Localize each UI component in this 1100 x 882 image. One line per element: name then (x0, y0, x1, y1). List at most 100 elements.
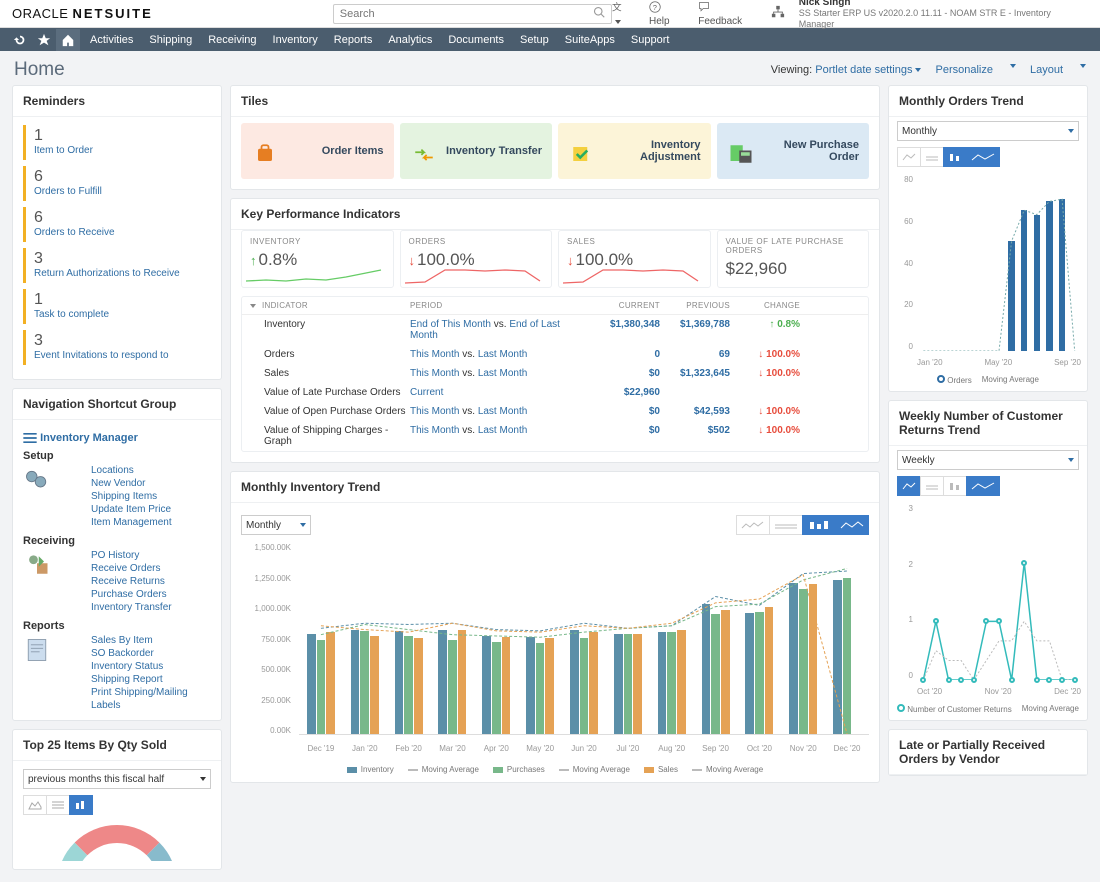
nav-home-icon[interactable] (56, 29, 80, 51)
kpi-card[interactable]: SALES100.0% (558, 230, 711, 288)
trend-view1-icon[interactable] (736, 515, 770, 535)
returns-v1-icon[interactable] (897, 476, 921, 496)
shortcut-link[interactable]: Locations (91, 464, 172, 477)
nav-item[interactable]: Receiving (208, 34, 256, 46)
search-icon[interactable] (593, 6, 605, 21)
monthly-orders-title: Monthly Orders Trend (889, 86, 1087, 117)
shortcut-link[interactable]: Shipping Items (91, 490, 172, 503)
shortcut-link[interactable]: Update Item Price (91, 503, 172, 516)
nav-item[interactable]: Inventory (273, 34, 318, 46)
kpi-card[interactable]: INVENTORY0.8% (241, 230, 394, 288)
shortcut-link[interactable]: Item Management (91, 516, 172, 529)
monthly-orders-portlet: Monthly Orders Trend Monthly 806040200 J… (888, 85, 1088, 392)
brand-oracle: ORACLE (12, 6, 68, 21)
shortcuts-title: Navigation Shortcut Group (13, 389, 221, 420)
tile-icon (251, 140, 279, 168)
returns-v4-icon[interactable] (966, 476, 1000, 496)
tile-icon (568, 140, 596, 168)
returns-v3-icon[interactable] (943, 476, 967, 496)
shortcut-group-header: Reports (23, 620, 211, 632)
search-input[interactable] (340, 8, 593, 20)
nav-item[interactable]: SuiteApps (565, 34, 615, 46)
viewing-settings-link[interactable]: Viewing: Portlet date settings (771, 64, 922, 76)
svg-text:?: ? (653, 3, 657, 12)
hierarchy-icon[interactable] (771, 5, 785, 22)
nav-item[interactable]: Documents (448, 34, 504, 46)
page-title: Home (14, 59, 65, 81)
reminders-title: Reminders (13, 86, 221, 117)
nav-item[interactable]: Reports (334, 34, 373, 46)
tiles-title: Tiles (231, 86, 879, 117)
orders-v4-icon[interactable] (966, 147, 1000, 167)
tile[interactable]: Inventory Adjustment (558, 123, 711, 179)
reminder-item[interactable]: 1Item to Order (23, 125, 211, 160)
shortcut-link[interactable]: Receive Returns (91, 575, 172, 588)
top25-portlet: Top 25 Items By Qty Sold previous months… (12, 729, 222, 870)
chart-type-line-icon[interactable] (46, 795, 70, 815)
personalize-link[interactable]: Personalize (935, 64, 992, 76)
shortcut-link[interactable]: Print Shipping/Mailing Labels (91, 686, 211, 712)
shortcut-link[interactable]: Receive Orders (91, 562, 172, 575)
chart-type-area-icon[interactable] (23, 795, 47, 815)
shortcut-link[interactable]: Inventory Status (91, 660, 211, 673)
global-search[interactable] (333, 4, 612, 24)
shortcut-link[interactable]: SO Backorder (91, 647, 211, 660)
user-role: SS Starter ERP US v2020.2.0 11.11 - NOAM… (799, 8, 1088, 30)
trend-view2-icon[interactable] (769, 515, 803, 535)
top25-title: Top 25 Items By Qty Sold (13, 730, 221, 761)
shortcut-link[interactable]: Sales By Item (91, 634, 211, 647)
kpi-table-expand-icon[interactable] (250, 304, 256, 308)
layout-link[interactable]: Layout (1030, 64, 1063, 76)
nav-item[interactable]: Support (631, 34, 670, 46)
kpi-portlet: Key Performance Indicators INVENTORY0.8%… (230, 198, 880, 463)
nav-star-icon[interactable] (32, 29, 56, 51)
top-bar: ORACLE NETSUITE 文 ? Help Feedback Nick S… (0, 0, 1100, 28)
trend-view3-icon[interactable] (802, 515, 836, 535)
kpi-card[interactable]: VALUE OF LATE PURCHASE ORDERS$22,960 (717, 230, 870, 288)
nav-item[interactable]: Setup (520, 34, 549, 46)
monthly-trend-select[interactable]: Monthly (241, 515, 311, 535)
kpi-table: INDICATOR PERIOD CURRENT PREVIOUS CHANGE… (241, 296, 869, 452)
reminder-item[interactable]: 6Orders to Receive (23, 207, 211, 242)
nav-item[interactable]: Activities (90, 34, 133, 46)
reminder-item[interactable]: 3Return Authorizations to Receive (23, 248, 211, 283)
orders-v1-icon[interactable] (897, 147, 921, 167)
shortcut-manager-link[interactable]: Inventory Manager (23, 432, 211, 444)
shortcut-group-header: Receiving (23, 535, 211, 547)
monthly-inventory-chart: 1,500.00K1,250.00K1,000.00K750.00K500.00… (231, 541, 879, 761)
trend-view4-icon[interactable] (835, 515, 869, 535)
returns-v2-icon[interactable] (920, 476, 944, 496)
reminder-item[interactable]: 3Event Invitations to respond to (23, 330, 211, 365)
reminder-item[interactable]: 6Orders to Fulfill (23, 166, 211, 201)
nav-item[interactable]: Shipping (149, 34, 192, 46)
language-icon[interactable]: 文 (612, 0, 635, 28)
weekly-returns-select[interactable]: Weekly (897, 450, 1079, 470)
monthly-trend-portlet: Monthly Inventory Trend Monthly 1,500.00… (230, 471, 880, 783)
shortcut-link[interactable]: Purchase Orders (91, 588, 172, 601)
shortcut-group-icon (23, 466, 51, 494)
kpi-card[interactable]: ORDERS100.0% (400, 230, 553, 288)
shortcut-link[interactable]: Inventory Transfer (91, 601, 172, 614)
top25-period-select[interactable]: previous months this fiscal half (23, 769, 211, 789)
nav-history-icon[interactable] (8, 29, 32, 51)
shortcut-link[interactable]: New Vendor (91, 477, 172, 490)
late-orders-title: Late or Partially Received Orders by Ven… (889, 730, 1087, 775)
tile[interactable]: Order Items (241, 123, 394, 179)
shortcut-group-header: Setup (23, 450, 211, 462)
reminders-portlet: Reminders 1Item to Order 6Orders to Fulfi… (12, 85, 222, 380)
shortcut-group-icon (23, 551, 51, 579)
orders-v2-icon[interactable] (920, 147, 944, 167)
user-menu[interactable]: Nick Singh SS Starter ERP US v2020.2.0 1… (799, 0, 1088, 30)
monthly-orders-select[interactable]: Monthly (897, 121, 1079, 141)
tile[interactable]: Inventory Transfer (400, 123, 553, 179)
svg-text:文: 文 (612, 1, 622, 13)
nav-item[interactable]: Analytics (388, 34, 432, 46)
monthly-orders-chart: 806040200 Jan '20May '20Sep '20 (889, 173, 1087, 373)
tile[interactable]: New Purchase Order (717, 123, 870, 179)
reminder-item[interactable]: 1Task to complete (23, 289, 211, 324)
chart-type-bar-icon[interactable] (69, 795, 93, 815)
help-link[interactable]: ? Help (649, 1, 684, 27)
orders-v3-icon[interactable] (943, 147, 967, 167)
shortcut-link[interactable]: PO History (91, 549, 172, 562)
feedback-link[interactable]: Feedback (698, 1, 757, 27)
